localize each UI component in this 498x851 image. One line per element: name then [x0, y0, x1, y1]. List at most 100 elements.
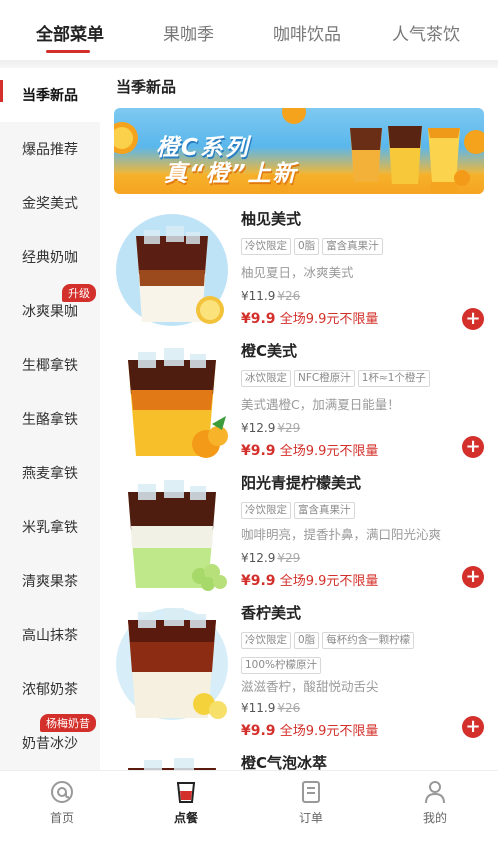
- sidebar-item-shakes[interactable]: 杨梅奶昔 奶昔冰沙: [0, 714, 100, 770]
- original-price: ¥29: [277, 551, 301, 565]
- sidebar-item-label: 燕麦拿铁: [22, 466, 78, 482]
- sidebar-item-matcha[interactable]: 高山抹茶: [0, 608, 100, 662]
- sidebar-item-label: 高山抹茶: [22, 628, 78, 644]
- promo-banner[interactable]: 橙C系列 真“橙”上新: [114, 108, 484, 194]
- product-name: 橙C美式: [241, 342, 298, 360]
- product-name: 阳光青提柠檬美式: [241, 474, 362, 492]
- sidebar-item-label: 奶昔冰沙: [22, 736, 78, 752]
- product-tag: 0脂: [294, 238, 320, 255]
- tab-active-indicator: [46, 50, 90, 53]
- top-tab-bar: 全部菜单 果咖季 咖啡饮品 人气茶饮: [0, 0, 498, 62]
- promo-price: ¥9.9 全场9.9元不限量: [241, 440, 378, 459]
- product-description: 咖啡明亮，提香扑鼻，满口阳光沁爽: [241, 527, 442, 542]
- product-description: 滋滋香柠，酸甜悦动舌尖: [241, 679, 379, 694]
- promo-price-value: ¥9.9: [241, 443, 276, 459]
- sidebar-item-label: 冰爽果咖: [22, 304, 78, 320]
- product-tags: 冷饮限定 0脂 富含真果汁: [241, 234, 471, 259]
- receipt-icon: [302, 781, 320, 803]
- category-sidebar[interactable]: 当季新品 爆品推荐 金奖美式 经典奶咖 升级 冰爽果咖 生椰拿铁 生酪拿铁 燕麦…: [0, 68, 100, 770]
- sidebar-item-cheese-latte[interactable]: 生酪拿铁: [0, 392, 100, 446]
- nav-orders[interactable]: 订单: [271, 779, 351, 826]
- sidebar-item-fruit-coffee[interactable]: 升级 冰爽果咖: [0, 284, 100, 338]
- nav-label: 我的: [422, 811, 447, 825]
- tab-all-menu[interactable]: 全部菜单: [36, 20, 104, 45]
- promo-text: 全场9.9元不限量: [279, 724, 379, 739]
- banner-subtitle: 真“橙”上新: [164, 161, 298, 187]
- sidebar-item-label: 生酪拿铁: [22, 412, 78, 428]
- promo-text: 全场9.9元不限量: [279, 574, 379, 589]
- product-tag: 冰饮限定: [241, 370, 291, 387]
- promo-price-value: ¥9.9: [241, 723, 276, 739]
- product-tag: 1杯≈1个橙子: [357, 370, 430, 387]
- divider: [0, 60, 498, 68]
- product-tag: 0脂: [294, 632, 320, 649]
- nav-label: 点餐: [173, 811, 198, 825]
- promo-badge: 杨梅奶昔: [40, 714, 96, 732]
- product-description: 美式遇橙C，加满夏日能量！: [241, 397, 400, 412]
- sidebar-item-rice-milk-latte[interactable]: 米乳拿铁: [0, 500, 100, 554]
- user-icon: [425, 781, 445, 804]
- bottom-nav: 首页 点餐 订单 我的: [0, 770, 498, 851]
- product-tag: 每杯约含一颗柠檬: [322, 632, 415, 649]
- tab-popular-tea[interactable]: 人气茶饮: [392, 20, 460, 45]
- product-name: 柚见美式: [241, 210, 302, 228]
- sidebar-item-label: 清爽果茶: [22, 574, 78, 590]
- sparkling-cold-brew-drink-image: [128, 758, 216, 770]
- sidebar-item-label: 生椰拿铁: [22, 358, 78, 374]
- product-card[interactable]: 柚见美式 冷饮限定 0脂 富含真果汁 柚见夏日，冰爽美式 ¥11.9 ¥26 ¥9.9…: [100, 204, 498, 334]
- cup-icon: [176, 782, 196, 803]
- nav-order[interactable]: 点餐: [146, 779, 226, 826]
- tab-coffee-drinks[interactable]: 咖啡饮品: [273, 20, 341, 45]
- add-to-cart-button[interactable]: +: [462, 566, 484, 588]
- product-tag: 冷饮限定: [241, 632, 291, 649]
- product-card[interactable]: 橙C气泡冰萃: [100, 748, 498, 770]
- sidebar-item-coconut-latte[interactable]: 生椰拿铁: [0, 338, 100, 392]
- nav-profile[interactable]: 我的: [395, 779, 475, 826]
- product-tag: 冷饮限定: [241, 238, 291, 255]
- product-list[interactable]: 当季新品 橙C系列 真“橙”上新 柚见美式 冷饮限定 0脂 富含真果汁 柚见夏日…: [100, 68, 498, 770]
- section-title: 当季新品: [116, 78, 177, 96]
- sidebar-item-label: 米乳拿铁: [22, 520, 78, 536]
- sidebar-item-milk-tea[interactable]: 浓郁奶茶: [0, 662, 100, 716]
- product-tags: 冷饮限定 富含真果汁: [241, 498, 471, 523]
- nav-label: 订单: [298, 811, 323, 825]
- product-tag: 冷饮限定: [241, 502, 291, 519]
- sidebar-item-americano[interactable]: 金奖美式: [0, 176, 100, 230]
- tab-fruit-coffee-season[interactable]: 果咖季: [163, 20, 214, 45]
- promo-price-value: ¥9.9: [241, 573, 276, 589]
- product-card[interactable]: 阳光青提柠檬美式 冷饮限定 富含真果汁 咖啡明亮，提香扑鼻，满口阳光沁爽 ¥12.…: [100, 468, 498, 598]
- lemon-americano-drink-image: [116, 608, 228, 720]
- original-price: ¥29: [277, 421, 301, 435]
- product-name: 香柠美式: [241, 604, 302, 622]
- sidebar-item-fruit-tea[interactable]: 清爽果茶: [0, 554, 100, 608]
- product-card[interactable]: 香柠美式 冷饮限定 0脂 每杯约含一颗柠檬100%柠檬原汁 滋滋香柠，酸甜悦动舌尖 …: [100, 598, 498, 748]
- sidebar-item-label: 浓郁奶茶: [22, 682, 78, 698]
- promo-text: 全场9.9元不限量: [279, 444, 379, 459]
- upgrade-badge: 升级: [62, 284, 96, 302]
- product-tags: 冰饮限定 NFC橙原汁 1杯≈1个橙子: [241, 366, 471, 391]
- product-tags: 冷饮限定 0脂 每杯约含一颗柠檬100%柠檬原汁: [241, 628, 471, 678]
- product-tag: 100%柠檬原汁: [241, 657, 322, 674]
- sidebar-item-milk-coffee[interactable]: 经典奶咖: [0, 230, 100, 284]
- product-card[interactable]: 橙C美式 冰饮限定 NFC橙原汁 1杯≈1个橙子 美式遇橙C，加满夏日能量！ ¥12…: [100, 336, 498, 466]
- add-to-cart-button[interactable]: +: [462, 308, 484, 330]
- product-price: ¥12.9 ¥29: [241, 421, 300, 435]
- sidebar-item-new-season[interactable]: 当季新品: [0, 68, 100, 122]
- product-tag: 富含真果汁: [294, 502, 355, 519]
- original-price: ¥26: [277, 289, 301, 303]
- sidebar-item-hot-picks[interactable]: 爆品推荐: [0, 122, 100, 176]
- promo-price: ¥9.9 全场9.9元不限量: [241, 308, 378, 327]
- home-at-icon: [51, 781, 73, 803]
- sidebar-item-label: 经典奶咖: [22, 250, 78, 266]
- add-to-cart-button[interactable]: +: [462, 716, 484, 738]
- current-price: ¥12.9: [241, 421, 276, 435]
- add-to-cart-button[interactable]: +: [462, 436, 484, 458]
- promo-price-value: ¥9.9: [241, 311, 276, 327]
- product-description: 柚见夏日，冰爽美式: [241, 265, 354, 280]
- sidebar-item-oat-latte[interactable]: 燕麦拿铁: [0, 446, 100, 500]
- product-price: ¥12.9 ¥29: [241, 551, 300, 565]
- current-price: ¥11.9: [241, 701, 276, 715]
- product-price: ¥11.9 ¥26: [241, 701, 300, 715]
- nav-home[interactable]: 首页: [22, 779, 102, 826]
- americano-drink-image: [116, 214, 228, 326]
